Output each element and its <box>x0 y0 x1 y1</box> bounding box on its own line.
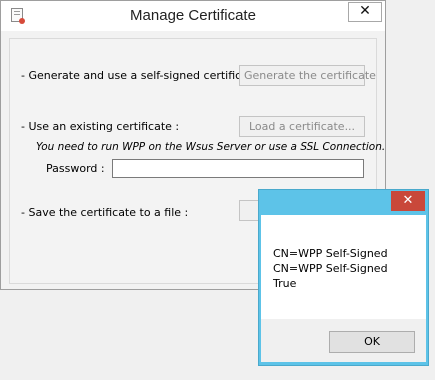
ssl-requirement-note: You need to run WPP on the Wsus Server o… <box>36 141 386 153</box>
close-button[interactable]: ✕ <box>348 2 382 22</box>
password-label: Password : <box>46 162 105 175</box>
password-field[interactable] <box>112 159 364 178</box>
message-box-body: CN=WPP Self-Signed CN=WPP Self-Signed Tr… <box>261 215 426 319</box>
message-line: CN=WPP Self-Signed <box>273 247 388 260</box>
message-box-footer: OK <box>261 319 426 362</box>
self-signed-label: - Generate and use a self-signed certifi… <box>21 69 267 82</box>
message-box-dialog: ✕ CN=WPP Self-Signed CN=WPP Self-Signed … <box>258 189 429 366</box>
existing-certificate-label: - Use an existing certificate : <box>21 120 180 133</box>
message-line: True <box>273 277 297 290</box>
generate-certificate-button[interactable]: Generate the certificate <box>239 65 376 86</box>
message-line: CN=WPP Self-Signed <box>273 262 388 275</box>
message-box-close-button[interactable]: ✕ <box>391 191 425 211</box>
title-bar: Manage Certificate ✕ <box>1 1 385 31</box>
window-title: Manage Certificate <box>130 7 256 24</box>
load-certificate-button[interactable]: Load a certificate... <box>239 116 365 137</box>
save-certificate-label: - Save the certificate to a file : <box>21 206 189 219</box>
ok-button[interactable]: OK <box>329 331 415 353</box>
